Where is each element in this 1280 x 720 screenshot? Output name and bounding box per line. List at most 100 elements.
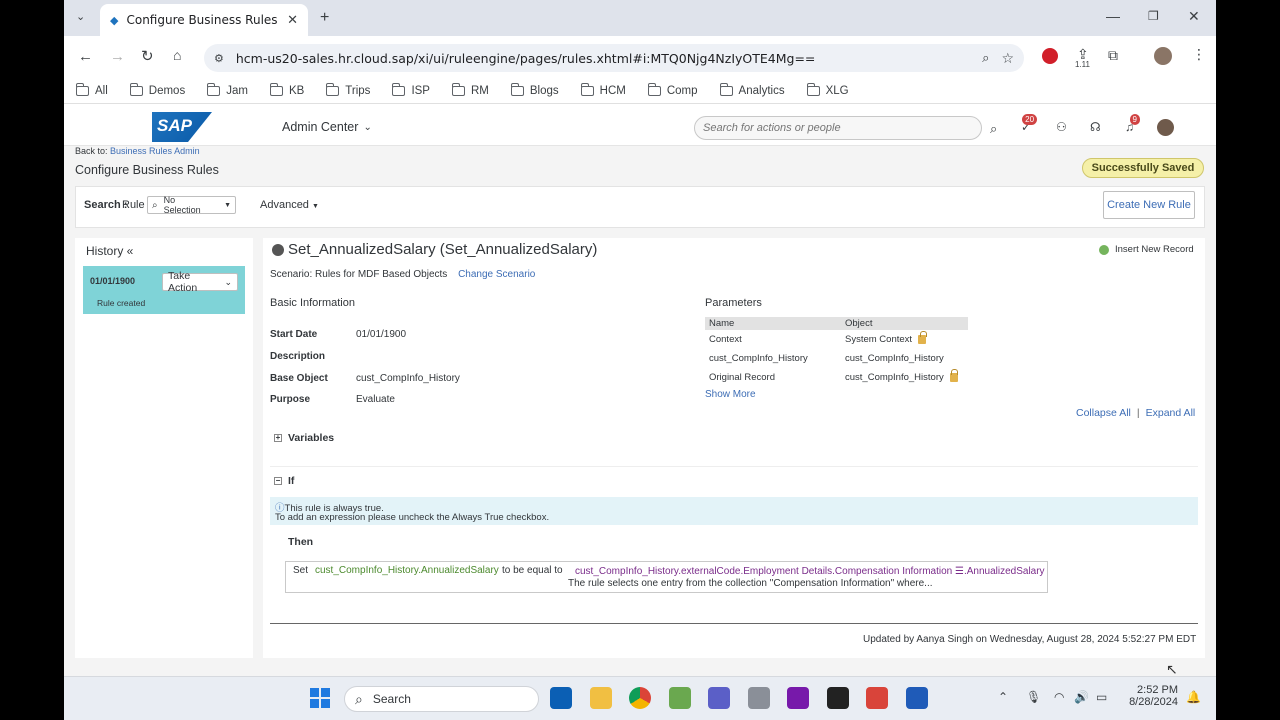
back-link[interactable]: Business Rules Admin [110,146,200,156]
field-row: Description [270,346,460,368]
folder-icon [806,82,820,96]
folder-icon [451,82,465,96]
notifications-bell-icon[interactable]: ♫ 9 [1125,114,1140,134]
bookmark-star-icon[interactable]: ☆ [1001,50,1014,67]
set-target-field[interactable]: cust_CompInfo_History.AnnualizedSalary [315,565,499,576]
if-section-toggle[interactable]: − If [274,475,294,487]
folder-icon [76,82,89,96]
help-icon[interactable]: ⚇ [1056,120,1067,134]
adblock-extension-icon[interactable] [1042,48,1058,64]
history-title[interactable]: History « [86,244,133,258]
tray-overflow-icon[interactable]: ⌃ [998,690,1008,704]
taskbar-search[interactable]: ⌕ Search [344,686,539,712]
windows-start-icon[interactable] [310,688,330,708]
rule-detail-panel: Set_AnnualizedSalary (Set_AnnualizedSala… [263,238,1205,658]
excel-app-icon[interactable] [669,687,691,709]
support-headset-icon[interactable]: ☊ [1090,120,1101,134]
close-tab-icon[interactable]: ✕ [287,12,298,28]
chrome-icon[interactable] [629,687,651,709]
clock[interactable]: 2:52 PM 8/28/2024 [1122,684,1178,708]
expand-all-link[interactable]: Expand All [1146,407,1196,419]
parameter-row: Original Record cust_CompInfo_History [705,368,968,387]
change-scenario-link[interactable]: Change Scenario [458,269,535,280]
insert-new-record-button[interactable]: Insert New Record [1099,244,1194,255]
clock-date: 8/28/2024 [1129,696,1178,708]
set-statement[interactable]: Set cust_CompInfo_History.AnnualizedSala… [285,561,1048,593]
bookmark-hcm[interactable]: HCM [580,82,626,97]
collapse-all-link[interactable]: Collapse All [1076,407,1131,419]
microphone-icon[interactable]: 🎙 [1026,690,1041,704]
bookmark-analytics[interactable]: Analytics [719,82,785,97]
teams-icon[interactable] [708,687,730,709]
onenote-icon[interactable] [787,687,809,709]
sticky-notes-icon[interactable] [827,687,849,709]
bookmark-trips[interactable]: Trips [326,82,370,97]
field-row: Start Date 01/01/1900 [270,324,460,346]
profile-avatar[interactable] [1154,47,1172,65]
bookmark-label: HCM [599,84,626,97]
bookmark-jam[interactable]: Jam [207,82,248,97]
browser-tab-active[interactable]: ◆ Configure Business Rules - Suc ✕ [100,4,308,36]
bookmark-xlg[interactable]: XLG [806,82,849,97]
bookmark-kb[interactable]: KB [269,82,304,97]
show-more-link[interactable]: Show More [705,389,756,400]
bookmark-label: Analytics [738,84,785,97]
page-title: Configure Business Rules [75,163,219,177]
history-entry[interactable]: 01/01/1900 Take Action ⌄ Rule created [83,266,245,314]
sap-favicon-icon: ◆ [110,14,119,27]
close-window-icon[interactable]: ✕ [1188,8,1200,25]
global-search-input[interactable] [694,116,982,140]
divider: | [1136,407,1140,419]
back-icon[interactable]: ← [78,48,93,65]
bookmark-comp[interactable]: Comp [647,82,698,97]
wifi-icon[interactable]: ◠ [1054,690,1064,704]
parameter-name: Context [709,334,742,345]
variables-section-toggle[interactable]: + Variables [274,432,334,444]
bookmark-demos[interactable]: Demos [129,82,185,97]
minimize-icon[interactable]: — [1106,8,1120,24]
scenario-value: Rules for MDF Based Objects [315,269,448,280]
bookmark-all[interactable]: All [76,82,108,97]
outlook-icon[interactable] [550,687,572,709]
insert-new-record-label: Insert New Record [1115,244,1194,255]
bookmark-blogs[interactable]: Blogs [510,82,559,97]
history-entry-date: 01/01/1900 [90,276,136,286]
tab-title: Configure Business Rules - Suc [126,13,279,27]
battery-icon[interactable]: ▭ [1096,690,1107,704]
reload-icon[interactable]: ↻ [141,47,154,65]
todo-icon[interactable]: ✓ 20 [1021,114,1038,134]
site-settings-icon[interactable]: ⚙ [214,52,224,65]
volume-icon[interactable]: 🔊 [1074,690,1089,704]
set-source-expression[interactable]: cust_CompInfo_History.externalCode.Emplo… [575,566,1045,577]
parameter-row: Context System Context [705,330,968,349]
field-label: Description [270,351,326,363]
restore-icon[interactable]: ❐ [1148,9,1159,23]
home-icon[interactable]: ⌂ [173,47,181,63]
calculator-icon[interactable] [748,687,770,709]
take-action-button[interactable]: Take Action ⌄ [162,270,238,294]
advanced-toggle[interactable]: Advanced ▼ [260,199,319,211]
updated-by-text: Updated by Aanya Singh on Wednesday, Aug… [863,634,1197,645]
search-icon[interactable]: ⌕ [990,121,997,137]
zoom-icon[interactable]: ⌕ [982,50,989,66]
bookmark-label: Jam [226,84,248,97]
notification-center-icon[interactable]: 🔔 [1186,690,1201,704]
todo-badge: 20 [1022,114,1038,125]
tab-list-icon[interactable]: ⌄ [76,10,85,23]
user-avatar[interactable] [1157,119,1174,136]
browser-menu-icon[interactable]: ⋮ [1192,46,1206,63]
new-tab-icon[interactable]: + [320,9,329,27]
create-new-rule-button[interactable]: Create New Rule [1103,191,1195,219]
word-icon[interactable] [906,687,928,709]
parameters-rows: Context System Context cust_CompInfo_Histo… [705,330,968,387]
search-type-label: Rule [122,199,145,211]
rule-select[interactable]: ⌕ No Selection ▼ [147,195,236,215]
bookmark-rm[interactable]: RM [451,82,489,97]
file-explorer-icon[interactable] [590,687,612,709]
module-switcher[interactable]: Admin Center ⌄ [282,120,372,134]
bookmark-isp[interactable]: ISP [392,82,430,97]
forward-icon[interactable]: → [110,48,125,65]
snagit-icon[interactable] [866,687,888,709]
address-bar[interactable]: ⚙ hcm-us20-sales.hr.cloud.sap/xi/ui/rule… [204,44,1024,72]
puzzle-extensions-icon[interactable]: ⧉ [1108,47,1118,64]
